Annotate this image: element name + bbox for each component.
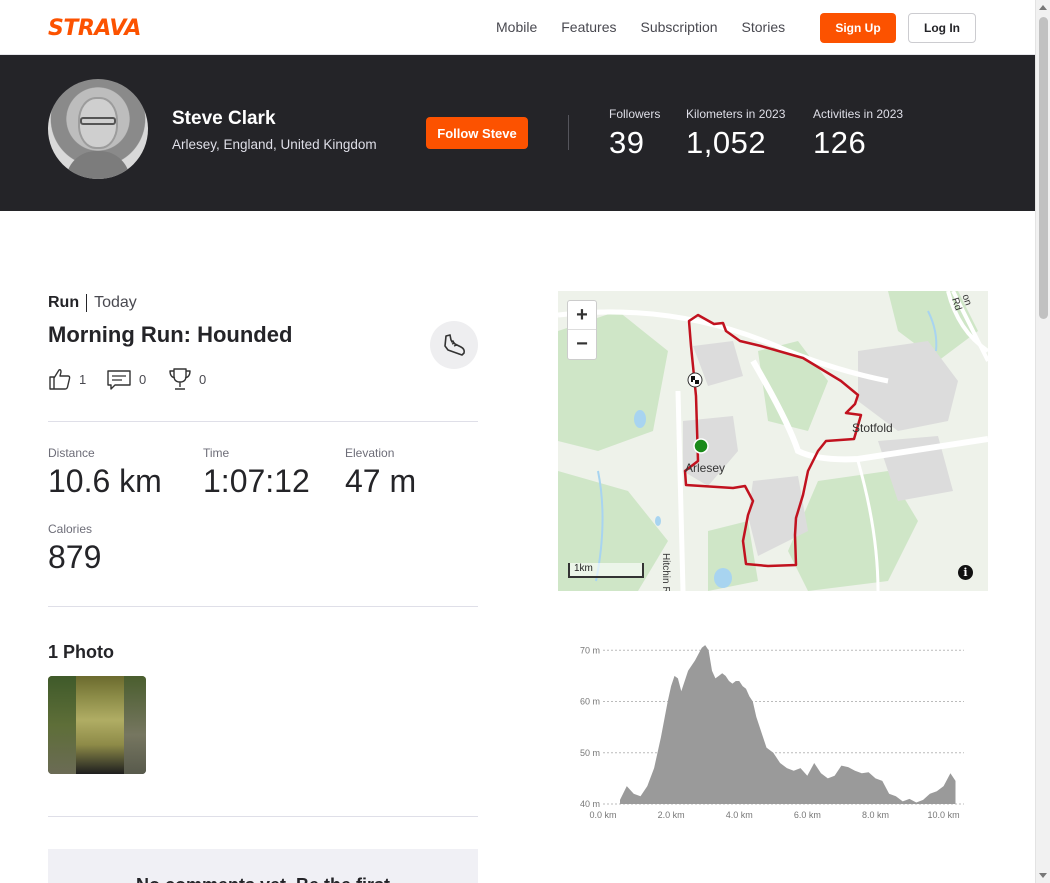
stat-label: Distance (48, 446, 95, 460)
scroll-down-arrow-icon[interactable] (1039, 873, 1047, 878)
log-in-button[interactable]: Log In (908, 13, 976, 43)
athlete-header: Steve Clark Arlesey, England, United Kin… (0, 55, 1035, 211)
nav-link-stories[interactable]: Stories (742, 19, 786, 35)
activity-photo-thumbnail[interactable] (48, 676, 146, 774)
athlete-name[interactable]: Steve Clark (172, 108, 276, 130)
y-tick-label: 70 m (580, 645, 600, 655)
x-tick-label: 10.0 km (928, 810, 960, 820)
start-marker (693, 438, 709, 454)
stat-label: Followers (609, 107, 661, 121)
photos-heading: 1 Photo (48, 642, 114, 662)
comment-count: 0 (139, 371, 147, 387)
elevation-chart[interactable]: 40 m 50 m 60 m 70 m 0.0 km 2.0 km 4.0 km 6.0 km… (560, 632, 980, 832)
time-stat: Time 1:07:12 (203, 446, 310, 500)
zoom-in-button[interactable]: + (568, 301, 596, 330)
y-tick-label: 60 m (580, 697, 600, 707)
map-label-hitchin-road: Hitchin R (660, 553, 671, 591)
sign-up-button[interactable]: Sign Up (820, 13, 896, 43)
nav-links: Mobile Features Subscription Stories (496, 19, 809, 35)
map-label-arlesey: Arlesey (685, 461, 726, 475)
x-tick-label: 0.0 km (589, 810, 616, 820)
y-tick-label: 40 m (580, 799, 600, 809)
activities-stat: Activities in 2023 126 (813, 107, 903, 161)
elevation-area (620, 645, 956, 804)
shoe-gear-button[interactable] (430, 321, 478, 369)
stat-label: Activities in 2023 (813, 107, 904, 121)
x-tick-label: 2.0 km (658, 810, 685, 820)
stat-label: Kilometers in 2023 (686, 107, 786, 121)
activity-type: Run (48, 294, 88, 312)
divider (48, 816, 478, 817)
avatar[interactable] (48, 79, 148, 179)
achievements-button[interactable]: 0 (168, 367, 206, 391)
stat-value: 10.6 km (48, 463, 162, 499)
nav-link-features[interactable]: Features (561, 19, 616, 35)
header-divider (568, 115, 569, 150)
zoom-control: + − (567, 300, 597, 360)
nav-link-mobile[interactable]: Mobile (496, 19, 537, 35)
finish-flag-marker (687, 372, 703, 388)
scroll-up-arrow-icon[interactable] (1039, 5, 1047, 10)
kilometers-stat: Kilometers in 2023 1,052 (686, 107, 785, 161)
followers-stat: Followers 39 (609, 107, 660, 161)
stat-value: 39 (609, 125, 645, 160)
map-scale-bar: 1km (568, 563, 644, 578)
stat-label: Time (203, 446, 230, 460)
strava-logo[interactable]: STRAVA (48, 16, 141, 41)
thumbs-up-icon (49, 369, 71, 390)
map-label-stotfold: Stotfold (852, 421, 893, 435)
stat-value: 126 (813, 125, 867, 160)
route-map[interactable]: Arlesey Stotfold Hitchin R on Rd + − 1km… (558, 291, 988, 591)
comment-icon (107, 370, 131, 390)
x-tick-label: 6.0 km (794, 810, 821, 820)
follow-button[interactable]: Follow Steve (426, 117, 528, 149)
top-nav: STRAVA Mobile Features Subscription Stor… (0, 0, 1035, 55)
comments-button[interactable]: 0 (107, 367, 146, 391)
activity-type-line: Run Today (48, 294, 137, 312)
stat-value: 1:07:12 (203, 463, 310, 499)
scrollbar-thumb[interactable] (1039, 17, 1048, 319)
activity-page: STRAVA Mobile Features Subscription Stor… (0, 0, 1035, 883)
elevation-stat: Elevation 47 m (345, 446, 416, 500)
divider (48, 606, 478, 607)
stat-label: Elevation (345, 446, 395, 460)
calories-stat: Calories 879 (48, 522, 101, 576)
info-icon[interactable]: i (958, 565, 973, 580)
athlete-location: Arlesey, England, United Kingdom (172, 137, 377, 152)
map-canvas (558, 291, 988, 591)
x-tick-label: 4.0 km (726, 810, 753, 820)
stat-value: 1,052 (686, 125, 767, 160)
activity-title: Morning Run: Hounded (48, 322, 293, 347)
x-tick-label: 8.0 km (862, 810, 889, 820)
no-comments-text: No comments yet. Be the first (48, 875, 478, 883)
achievement-count: 0 (199, 371, 207, 387)
comments-box: No comments yet. Be the first (48, 849, 478, 883)
stat-value: 879 (48, 539, 102, 575)
nav-link-subscription[interactable]: Subscription (641, 19, 718, 35)
stat-value: 47 m (345, 463, 417, 499)
vertical-scrollbar[interactable] (1035, 0, 1050, 883)
kudos-count: 1 (79, 371, 87, 387)
stat-label: Calories (48, 522, 93, 536)
distance-stat: Distance 10.6 km (48, 446, 162, 500)
activity-date: Today (94, 294, 137, 311)
divider (48, 421, 478, 422)
y-tick-label: 50 m (580, 748, 600, 758)
zoom-out-button[interactable]: − (568, 330, 596, 359)
kudos-button[interactable]: 1 (48, 367, 86, 391)
trophy-icon (169, 368, 191, 390)
shoe-icon (444, 334, 465, 356)
